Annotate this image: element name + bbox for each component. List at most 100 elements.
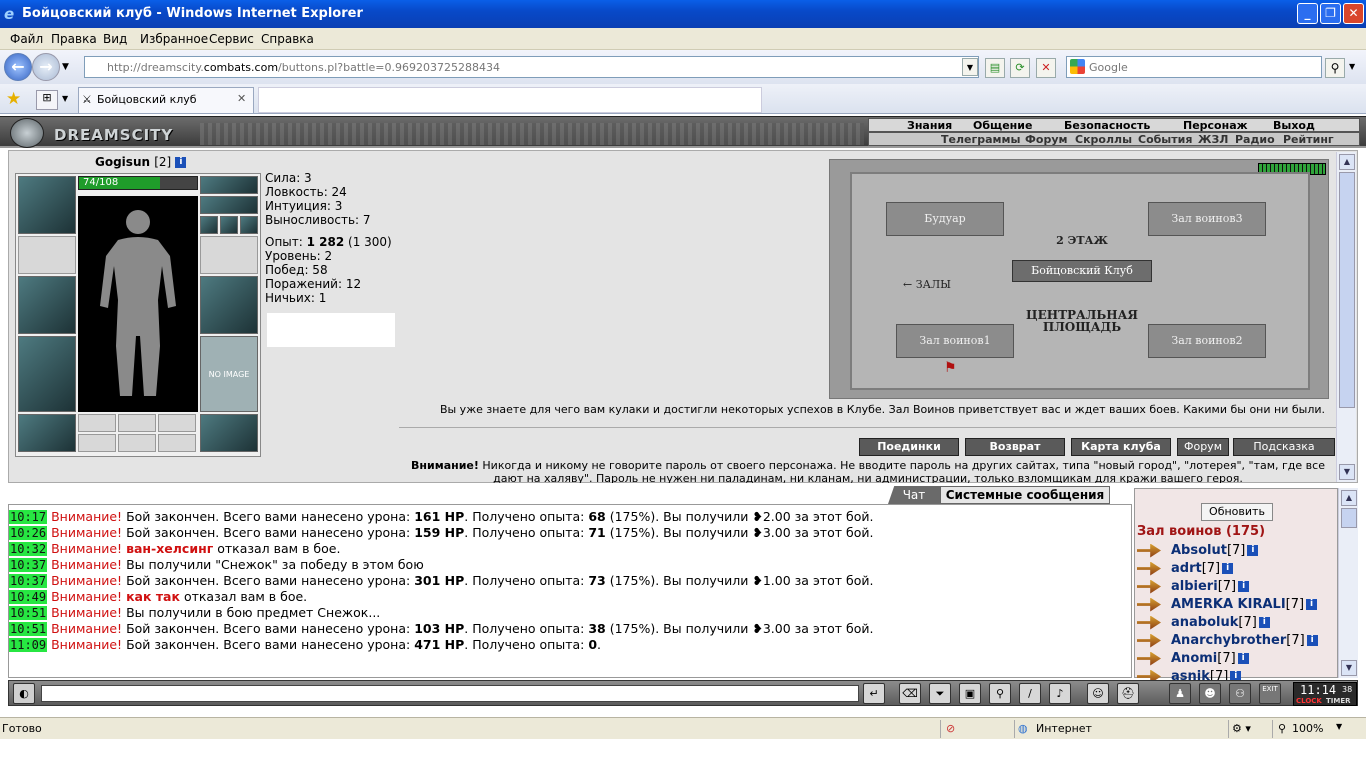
users-scrollbar[interactable]: ▲ ▼: [1338, 488, 1358, 678]
scroll-up-icon[interactable]: ▲: [1339, 154, 1355, 170]
message-text[interactable]: ван-хелсинг: [126, 541, 213, 556]
amulet-slot-icon[interactable]: [200, 196, 258, 214]
group-icon[interactable]: ⚇: [1229, 683, 1251, 704]
chat-input[interactable]: [41, 685, 859, 702]
fights-button[interactable]: Поединки: [859, 438, 959, 456]
leggings-slot-icon[interactable]: NO IMAGE: [200, 336, 258, 412]
message-time[interactable]: 10:49: [9, 590, 48, 604]
sub-menu-forum[interactable]: Форум: [1025, 133, 1068, 146]
bracers-slot-icon[interactable]: [18, 236, 76, 274]
left-weapon-slot-icon[interactable]: [18, 276, 76, 334]
people-icon[interactable]: ☻: [1199, 683, 1221, 704]
sub-menu-scrolls[interactable]: Скроллы: [1075, 133, 1132, 146]
user-name[interactable]: Anomi: [1171, 651, 1217, 666]
run-icon[interactable]: ⚲: [989, 683, 1011, 704]
user-info-icon[interactable]: i: [1306, 635, 1318, 646]
top-menu-character[interactable]: Персонаж: [1183, 119, 1248, 132]
user-info-icon[interactable]: i: [1247, 545, 1259, 556]
tab-fight-club[interactable]: ⚔ Бойцовский клуб ✕: [78, 87, 254, 113]
timer-label[interactable]: TIMER: [1326, 697, 1351, 705]
message-time[interactable]: 10:26: [9, 526, 48, 540]
user-list-item[interactable]: AMERKA KIRALI[7] i: [1137, 597, 1318, 615]
user-info-icon[interactable]: i: [1237, 653, 1249, 664]
sub-menu-rating[interactable]: Рейтинг: [1283, 133, 1334, 146]
users-scroll-thumb[interactable]: [1341, 508, 1357, 528]
tab-close-icon[interactable]: ✕: [237, 92, 246, 105]
ring3-slot-icon[interactable]: [240, 216, 258, 234]
private-message-icon[interactable]: [1137, 579, 1161, 594]
earrings-slot-icon[interactable]: [200, 176, 258, 194]
new-tab[interactable]: [258, 87, 762, 113]
refresh-icon[interactable]: ⟳: [1010, 58, 1030, 78]
top-menu-security[interactable]: Безопасность: [1064, 119, 1150, 132]
save-log-icon[interactable]: ▣: [959, 683, 981, 704]
users-scroll-up-icon[interactable]: ▲: [1341, 490, 1357, 506]
rune-slot-1-icon[interactable]: [78, 414, 116, 432]
chat-mode-icon[interactable]: ◐: [13, 683, 35, 704]
history-dropdown-icon[interactable]: ▼: [62, 62, 69, 72]
scroll-slot-2-icon[interactable]: [118, 434, 156, 452]
scroll-thumb[interactable]: [1339, 172, 1355, 408]
ring2-slot-icon[interactable]: [220, 216, 238, 234]
filter-icon[interactable]: ⏷: [929, 683, 951, 704]
sub-menu-zhzl[interactable]: ЖЗЛ: [1198, 133, 1228, 146]
room-warriors-hall-2[interactable]: Зал воинов2: [1148, 324, 1266, 358]
helmet-slot-icon[interactable]: [18, 176, 76, 234]
favorites-star-icon[interactable]: ★: [6, 89, 21, 109]
room-boudoir[interactable]: Будуар: [886, 202, 1004, 236]
private-message-icon[interactable]: [1137, 651, 1161, 666]
scroll-down-icon[interactable]: ▼: [1339, 464, 1355, 480]
private-message-icon[interactable]: [1137, 561, 1161, 576]
club-map-button[interactable]: Карта клуба: [1071, 438, 1171, 456]
translit-icon[interactable]: /: [1019, 683, 1041, 704]
menu-file[interactable]: Файл: [10, 32, 43, 46]
room-warriors-hall-3[interactable]: Зал воинов3: [1148, 202, 1266, 236]
sub-menu-telegrams[interactable]: Телеграммы: [941, 133, 1020, 146]
menu-view[interactable]: Вид: [103, 32, 127, 46]
zoom-dropdown-icon[interactable]: ▼: [1336, 722, 1342, 731]
user-list-item[interactable]: anaboluk[7] i: [1137, 615, 1270, 633]
ring1-slot-icon[interactable]: [200, 216, 218, 234]
scroll-slot-1-icon[interactable]: [78, 434, 116, 452]
boots-slot-icon[interactable]: [200, 414, 258, 452]
character-info-icon[interactable]: i: [175, 157, 187, 168]
protected-mode-icon[interactable]: ⚙ ▾: [1232, 722, 1251, 735]
map-fight-club[interactable]: Бойцовский Клуб: [1012, 260, 1152, 282]
inventory-icon[interactable]: ♟: [1169, 683, 1191, 704]
maximize-button[interactable]: ❐: [1320, 3, 1341, 24]
right-weapon-slot-icon[interactable]: [200, 276, 258, 334]
menu-help[interactable]: Справка: [261, 32, 314, 46]
forward-button[interactable]: →: [32, 53, 60, 81]
send-icon[interactable]: ↵: [863, 683, 885, 704]
helmet-icon[interactable]: ⛑: [1117, 683, 1139, 704]
users-scroll-down-icon[interactable]: ▼: [1341, 660, 1357, 676]
sub-menu-events[interactable]: События: [1138, 133, 1192, 146]
user-info-icon[interactable]: i: [1306, 599, 1318, 610]
user-info-icon[interactable]: i: [1258, 617, 1270, 628]
address-input[interactable]: http://dreamscity.combats.com/buttons.pl…: [84, 56, 979, 78]
user-list-item[interactable]: Anomi[7] i: [1137, 651, 1249, 669]
private-message-icon[interactable]: [1137, 597, 1161, 612]
return-button[interactable]: Возврат: [965, 438, 1065, 456]
message-time[interactable]: 10:51: [9, 606, 48, 620]
user-list-item[interactable]: adrt[7] i: [1137, 561, 1234, 579]
tab-chat[interactable]: Чат: [888, 486, 940, 504]
search-go-icon[interactable]: ⚲: [1325, 58, 1345, 78]
menu-tools[interactable]: Сервис: [209, 32, 254, 46]
back-button[interactable]: ←: [4, 53, 32, 81]
top-menu-communication[interactable]: Общение: [973, 119, 1032, 132]
map-halls-link[interactable]: ← ЗАЛЫ: [892, 278, 962, 291]
sound-icon[interactable]: ♪: [1049, 683, 1071, 704]
user-info-icon[interactable]: i: [1222, 563, 1234, 574]
message-text[interactable]: как так: [126, 589, 180, 604]
eraser-icon[interactable]: ⌫: [899, 683, 921, 704]
gloves-slot-icon[interactable]: [200, 236, 258, 274]
search-input[interactable]: Google: [1066, 56, 1322, 78]
compatibility-icon[interactable]: ▤: [985, 58, 1005, 78]
minimize-button[interactable]: _: [1297, 3, 1318, 24]
message-time[interactable]: 10:17: [9, 510, 48, 524]
user-list-item[interactable]: Anarchybrother[7] i: [1137, 633, 1318, 651]
user-name[interactable]: AMERKA KIRALI: [1171, 597, 1286, 612]
map-square-line2[interactable]: ПЛОЩАДЬ: [1012, 320, 1152, 334]
private-message-icon[interactable]: [1137, 543, 1161, 558]
